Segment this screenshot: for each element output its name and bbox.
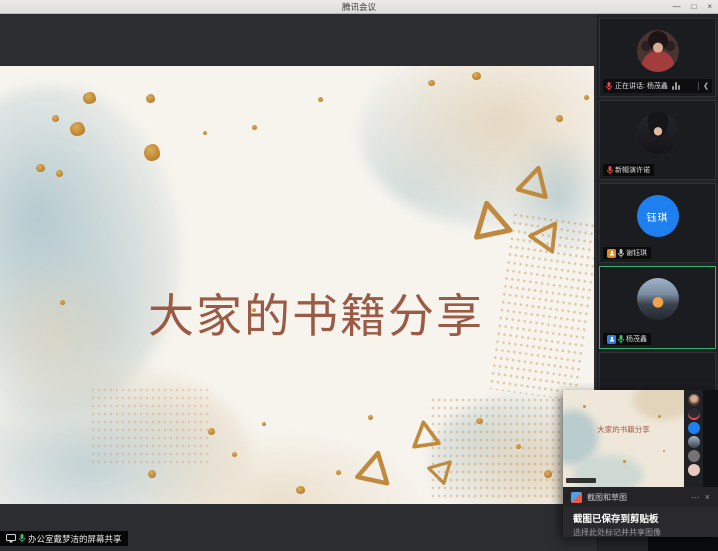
participant-name-pill: 杨茂鑫 [603, 333, 651, 345]
gold-dot [296, 486, 305, 494]
avatar-initials: 钰琪 [647, 209, 669, 224]
gold-dot [148, 470, 156, 478]
screenshot-toast[interactable]: 大家的书籍分享 截图和草图 ⋯ × 截图已保存到剪贴板 选择此处标记并共享图像 [563, 390, 718, 537]
microphone-icon [19, 534, 25, 543]
shared-screen-slide: 大家的书籍分享 [0, 66, 594, 504]
speaking-label: 正在讲话: 杨茂鑫 [615, 81, 668, 91]
slide-title: 大家的书籍分享 [148, 280, 478, 346]
avatar [688, 450, 700, 462]
participant-name-pill: 新帽演许诺 [603, 164, 654, 176]
speaking-banner: 正在讲话: 杨茂鑫 ❮ [603, 79, 712, 93]
meeting-window: 腾讯会议 — □ × [0, 0, 718, 551]
gold-dot [556, 115, 563, 122]
avatar [637, 112, 679, 154]
participant-name-pill: 谢钰琪 [603, 247, 651, 259]
gold-dot [70, 122, 85, 136]
gold-dot [476, 418, 483, 424]
gold-dot [60, 300, 65, 305]
microphone-active-icon [618, 335, 624, 344]
avatar [637, 278, 679, 320]
toast-body: 截图已保存到剪贴板 选择此处标记并共享图像 [563, 507, 718, 538]
preview-slide: 大家的书籍分享 [563, 390, 684, 487]
microphone-icon [618, 249, 624, 258]
toast-close-button[interactable]: × [705, 492, 710, 502]
window-titlebar: 腾讯会议 — □ × [0, 0, 718, 14]
microphone-icon [606, 82, 612, 91]
avatar: 钰琪 [637, 195, 679, 237]
toast-header: 截图和草图 ⋯ × [563, 487, 718, 507]
gold-dot [318, 97, 323, 102]
participant-tile[interactable]: 杨茂鑫 [599, 266, 716, 349]
toast-app-name: 截图和草图 [587, 492, 686, 503]
avatar [688, 464, 700, 476]
gold-triangle-icon [466, 196, 513, 241]
gold-dot [544, 470, 552, 478]
gold-dot [262, 422, 266, 426]
gold-dot [203, 131, 207, 135]
gold-dot [252, 125, 257, 130]
avatar [637, 30, 679, 72]
gold-dot [472, 72, 481, 80]
toast-title: 截图已保存到剪贴板 [573, 511, 708, 525]
maximize-button[interactable]: □ [691, 0, 696, 13]
minimize-button[interactable]: — [672, 0, 680, 13]
participant-tile[interactable]: 钰琪 谢钰琪 [599, 183, 716, 263]
preview-edge [703, 390, 718, 487]
avatar [688, 394, 700, 406]
snip-sketch-app-icon [571, 492, 582, 503]
gold-dot [83, 92, 96, 104]
participant-tile[interactable]: 新帽演许诺 [599, 100, 716, 180]
gold-dot [36, 164, 45, 172]
gold-dot [583, 405, 586, 408]
background-window-edge [648, 537, 718, 551]
screenshot-preview[interactable]: 大家的书籍分享 [563, 390, 718, 487]
gold-dot [208, 428, 215, 435]
toast-subtitle: 选择此处标记并共享图像 [573, 527, 708, 538]
gold-dot [336, 470, 341, 475]
participant-name: 谢钰琪 [626, 248, 647, 258]
gold-dot [56, 170, 63, 177]
preview-participants-strip [684, 390, 703, 487]
participant-name: 新帽演许诺 [615, 165, 650, 175]
gold-dot [144, 144, 160, 161]
preview-share-banner [566, 478, 596, 483]
toast-more-button[interactable]: ⋯ [691, 492, 700, 503]
gold-dot [658, 415, 661, 418]
participant-tile[interactable]: 正在讲话: 杨茂鑫 ❮ [599, 18, 716, 97]
avatar [688, 422, 700, 434]
audio-wave-icon [672, 82, 680, 90]
screen-share-banner: 办公室戴梦洁的屏幕共享 [0, 531, 128, 546]
gold-dot [368, 415, 373, 420]
gold-dot [428, 80, 435, 86]
avatar [688, 408, 700, 420]
participant-name: 杨茂鑫 [626, 334, 647, 344]
member-badge-icon [607, 335, 616, 344]
gold-dot [516, 444, 521, 449]
gold-triangle-icon [408, 418, 442, 450]
gold-dot [146, 94, 155, 103]
collapse-sidebar-button[interactable]: ❮ [698, 82, 709, 90]
window-controls: — □ × [672, 0, 712, 13]
microphone-muted-icon [607, 166, 613, 175]
close-button[interactable]: × [707, 0, 712, 13]
avatar [688, 436, 700, 448]
gold-dot [584, 95, 589, 100]
window-title: 腾讯会议 [342, 1, 376, 13]
gold-dot [232, 452, 237, 457]
screen-share-label: 办公室戴梦洁的屏幕共享 [28, 533, 122, 545]
gold-dot [623, 460, 626, 463]
host-badge-icon [607, 249, 616, 258]
gold-dot [663, 450, 665, 452]
gold-triangle-icon [354, 447, 396, 488]
monitor-icon [6, 534, 16, 543]
gold-speckle-field [90, 386, 210, 466]
gold-dot [52, 115, 59, 122]
preview-slide-title: 大家的书籍分享 [563, 424, 684, 435]
